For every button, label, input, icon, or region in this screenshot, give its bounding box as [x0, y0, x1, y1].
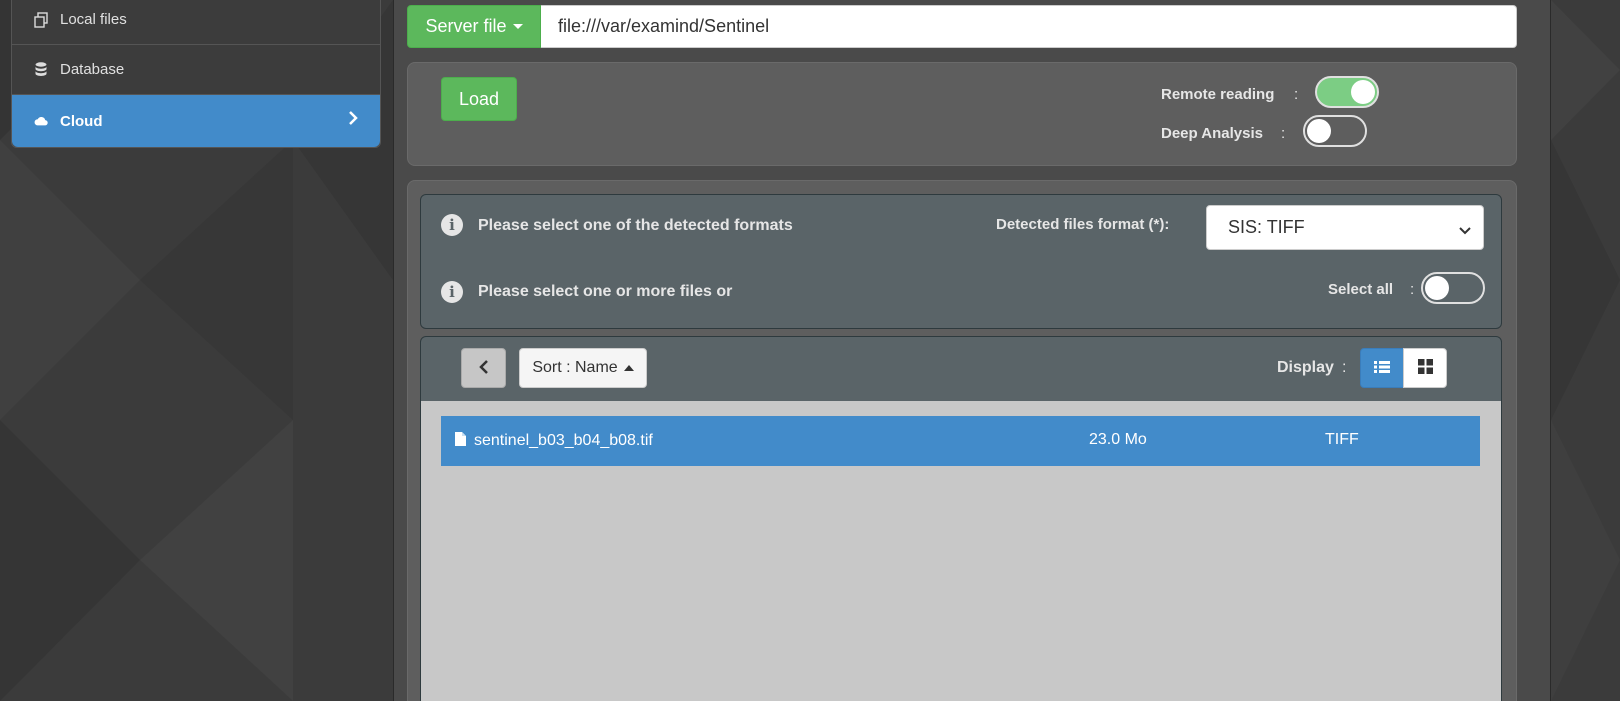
format-select-value: SIS: TIFF — [1228, 217, 1305, 237]
file-list: sentinel_b03_b04_b08.tif 23.0 Mo TIFF — [421, 401, 1501, 701]
display-colon: : — [1342, 359, 1347, 376]
sidebar-item-label: Local files — [60, 11, 127, 28]
deep-analysis-toggle[interactable] — [1303, 115, 1367, 147]
back-button[interactable] — [461, 348, 506, 388]
caret-up-icon — [623, 365, 634, 371]
sidebar-item-label: Database — [60, 61, 125, 78]
file-browser: Sort : Name Display : sentinel_b03_b04_b… — [420, 336, 1502, 701]
deep-analysis-label: Deep Analysis — [1161, 125, 1263, 142]
list-view-button[interactable] — [1360, 348, 1404, 388]
display-label: Display — [1277, 359, 1334, 376]
remote-reading-colon: : — [1294, 86, 1299, 103]
sidebar-item-label: Cloud — [60, 112, 103, 130]
files-message: Please select one or more files or — [478, 283, 733, 300]
select-all-label: Select all — [1328, 281, 1394, 298]
sidebar-item-cloud[interactable]: Cloud — [12, 95, 380, 147]
format-select[interactable]: SIS: TIFF — [1206, 205, 1484, 250]
deep-analysis-colon: : — [1281, 125, 1286, 142]
load-button[interactable]: Load — [441, 77, 517, 121]
formats-message: Please select one of the detected format… — [478, 217, 793, 234]
database-icon — [34, 62, 48, 77]
select-all-colon: : — [1410, 281, 1415, 298]
toggle-knob — [1425, 276, 1449, 300]
sidebar-item-database[interactable]: Database — [12, 45, 380, 95]
source-type-dropdown[interactable]: Server file — [407, 5, 541, 48]
remote-reading-label: Remote reading — [1161, 86, 1275, 103]
sort-button[interactable]: Sort : Name — [519, 348, 647, 388]
source-url-row: Server file — [407, 5, 1517, 48]
grid-icon — [1417, 359, 1433, 377]
copy-icon — [34, 11, 48, 28]
chevron-right-icon — [348, 111, 358, 129]
toggle-knob — [1307, 119, 1331, 143]
chevron-left-icon — [478, 359, 489, 377]
sidebar-item-local-files[interactable]: Local files — [12, 0, 380, 45]
remote-reading-toggle[interactable] — [1315, 76, 1379, 108]
caret-down-icon — [512, 24, 523, 29]
file-format: TIFF — [1325, 431, 1359, 448]
source-type-label: Server file — [425, 16, 507, 36]
format-label: Detected files format (*): — [996, 216, 1170, 233]
file-name: sentinel_b03_b04_b08.tif — [474, 432, 653, 449]
file-row[interactable]: sentinel_b03_b04_b08.tif 23.0 Mo TIFF — [441, 416, 1480, 466]
file-icon — [455, 432, 466, 451]
cloud-icon — [34, 114, 48, 128]
info-icon: i — [441, 281, 463, 303]
sort-label: Sort : Name — [532, 359, 618, 376]
select-all-toggle[interactable] — [1421, 272, 1485, 304]
sidebar: Local files Database Cloud — [11, 0, 381, 148]
grid-view-button[interactable] — [1403, 348, 1447, 388]
toggle-knob — [1351, 80, 1375, 104]
chevron-down-icon — [1459, 220, 1471, 241]
info-icon: i — [441, 214, 463, 236]
browser-toolbar: Sort : Name Display : — [421, 337, 1501, 401]
url-input[interactable] — [541, 5, 1517, 48]
file-size: 23.0 Mo — [1089, 431, 1147, 448]
list-icon — [1374, 360, 1390, 377]
